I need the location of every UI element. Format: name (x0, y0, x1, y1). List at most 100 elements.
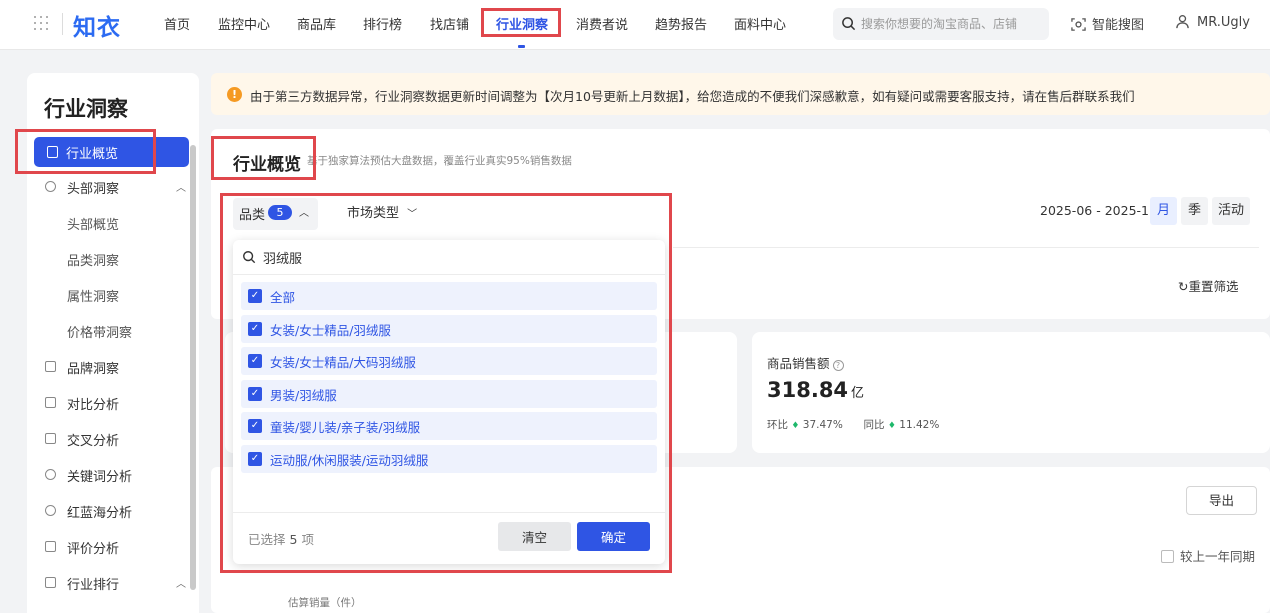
shield-icon (45, 541, 56, 552)
clear-button[interactable]: 清空 (498, 522, 571, 551)
nav-trend-report[interactable]: 趋势报告 (655, 14, 707, 33)
category-option[interactable]: ✓ 运动服/休闲服装/运动羽绒服 (241, 445, 657, 473)
bar-chart-icon (45, 577, 56, 588)
logo-divider (62, 13, 63, 35)
sidebar-item-label: 关键词分析 (67, 470, 133, 485)
sidebar-item-label: 行业排行 (67, 578, 120, 593)
compare-last-year-toggle[interactable]: 较上一年同期 (1161, 546, 1255, 565)
date-range[interactable]: 2025-06 - 2025-11 (1040, 203, 1157, 218)
chevron-up-icon[interactable]: ︿ (176, 179, 186, 194)
sidebar-sub-category-insight[interactable]: 品类洞察 (67, 250, 119, 269)
global-search[interactable] (833, 8, 1049, 40)
selected-count: 已选择 5 项 (248, 529, 314, 548)
metric-card-sales: 商品销售额? 318.84 亿 环比 ♦ 37.47% 同比 ♦ 11.42% (752, 332, 1270, 453)
category-option[interactable]: ✓ 女装/女士精品/羽绒服 (241, 315, 657, 343)
sidebar-item-label: 评价分析 (67, 542, 120, 557)
user-menu[interactable]: MR.Ugly (1175, 14, 1250, 30)
user-name: MR.Ugly (1197, 15, 1250, 30)
nav-industry-insight[interactable]: 行业洞察 (496, 14, 548, 33)
metric-value: 318.84 亿 (767, 378, 864, 402)
nav-product-library[interactable]: 商品库 (297, 14, 336, 33)
nav-rankings[interactable]: 排行榜 (363, 14, 402, 33)
market-type-filter[interactable]: 市场类型 ﹀ (347, 202, 417, 221)
smart-image-search[interactable]: 智能搜图 (1071, 14, 1144, 33)
yoy-label: 同比 (863, 419, 885, 431)
compare-icon (45, 397, 56, 408)
ocean-icon (45, 505, 56, 516)
checkbox-checked[interactable]: ✓ (248, 354, 262, 368)
category-search-input[interactable] (263, 248, 643, 266)
option-label: 运动服/休闲服装/运动羽绒服 (270, 453, 429, 468)
yoy-value: 11.42% (899, 419, 940, 431)
sales-value: 318.84 (767, 378, 849, 402)
category-filter-label: 品类 (239, 208, 266, 223)
notice-banner: ! 由于第三方数据异常，行业洞察数据更新时间调整为【次月10号更新上月数据】，给… (211, 73, 1270, 115)
option-label: 男装/羽绒服 (270, 388, 337, 403)
selected-suffix: 项 (301, 532, 314, 547)
category-option[interactable]: ✓ 童装/婴儿装/亲子装/羽绒服 (241, 412, 657, 440)
up-arrow-icon: ♦ (791, 421, 800, 431)
option-label: 女装/女士精品/大码羽绒服 (270, 355, 416, 370)
category-search[interactable] (233, 240, 665, 275)
selected-number: 5 (289, 532, 298, 547)
sidebar-sub-attribute-insight[interactable]: 属性洞察 (67, 286, 119, 305)
nav-consumer[interactable]: 消费者说 (576, 14, 628, 33)
up-arrow-icon: ♦ (887, 421, 896, 431)
checkbox-checked[interactable]: ✓ (248, 289, 262, 303)
page-title: 行业概览 (233, 155, 301, 175)
category-option[interactable]: ✓ 女装/女士精品/大码羽绒服 (241, 347, 657, 375)
apps-grid-icon[interactable] (34, 16, 50, 32)
option-label: 女装/女士精品/羽绒服 (270, 323, 391, 338)
checkbox-checked[interactable]: ✓ (248, 419, 262, 433)
chevron-down-icon: ﹀ (407, 209, 418, 220)
sidebar-item-label: 交叉分析 (67, 434, 120, 449)
category-option-all[interactable]: ✓ 全部 (241, 282, 657, 310)
sidebar-item-industry-overview[interactable]: 行业概览 (34, 137, 189, 167)
checkbox-checked[interactable]: ✓ (248, 452, 262, 466)
cross-analysis-icon (45, 433, 56, 444)
mom-label: 环比 (767, 419, 788, 431)
search-icon (842, 17, 856, 31)
camera-scan-icon (1071, 18, 1086, 31)
category-count-badge: 5 (268, 205, 292, 220)
category-option[interactable]: ✓ 男装/羽绒服 (241, 380, 657, 408)
help-icon[interactable]: ? (832, 360, 844, 371)
sidebar-item-label: 头部洞察 (67, 182, 120, 197)
sidebar-sub-price-band-insight[interactable]: 价格带洞察 (67, 322, 132, 341)
sidebar-scrollbar[interactable] (190, 145, 196, 590)
nav-find-shop[interactable]: 找店铺 (430, 14, 469, 33)
export-button[interactable]: 导出 (1186, 486, 1257, 515)
sidebar-title: 行业洞察 (44, 97, 128, 121)
sales-unit: 亿 (851, 386, 865, 401)
compare-last-year-label: 较上一年同期 (1180, 549, 1256, 564)
option-label: 童装/婴儿装/亲子装/羽绒服 (270, 420, 421, 435)
sidebar-item-label: 行业概览 (66, 147, 119, 162)
nav-monitor[interactable]: 监控中心 (218, 14, 270, 33)
checkbox[interactable] (1161, 550, 1174, 563)
period-month[interactable]: 月 (1150, 197, 1177, 225)
confirm-button[interactable]: 确定 (577, 522, 650, 551)
notice-text: 由于第三方数据异常，行业洞察数据更新时间调整为【次月10号更新上月数据】，给您造… (250, 89, 1135, 104)
checkbox-checked[interactable]: ✓ (248, 322, 262, 336)
mom-value: 37.47% (802, 419, 843, 431)
keyword-icon (45, 469, 56, 480)
nav-home[interactable]: 首页 (164, 14, 190, 33)
global-search-input[interactable] (861, 15, 1043, 33)
sidebar-sub-head-overview[interactable]: 头部概览 (67, 214, 119, 233)
chevron-up-icon: ︿ (299, 208, 309, 219)
option-label: 全部 (270, 290, 296, 305)
sidebar-item-label: 对比分析 (67, 398, 120, 413)
metric-label: 商品销售额? (767, 353, 844, 372)
top-nav: 知衣 首页 监控中心 商品库 排行榜 找店铺 行业洞察 消费者说 趋势报告 面料… (0, 0, 1270, 50)
reset-filters[interactable]: ↻重置筛选 (1178, 276, 1239, 295)
period-quarter[interactable]: 季 (1181, 197, 1208, 225)
chevron-up-icon[interactable]: ︿ (176, 575, 186, 590)
category-filter[interactable]: 品类 5 ︿ (233, 198, 318, 230)
target-icon (45, 181, 56, 192)
period-event[interactable]: 活动 (1212, 197, 1250, 225)
app-logo[interactable]: 知衣 (73, 8, 121, 42)
nav-active-indicator (518, 45, 525, 48)
refresh-icon: ↻ (1178, 279, 1189, 294)
nav-fabric-center[interactable]: 面料中心 (734, 14, 786, 33)
checkbox-checked[interactable]: ✓ (248, 387, 262, 401)
